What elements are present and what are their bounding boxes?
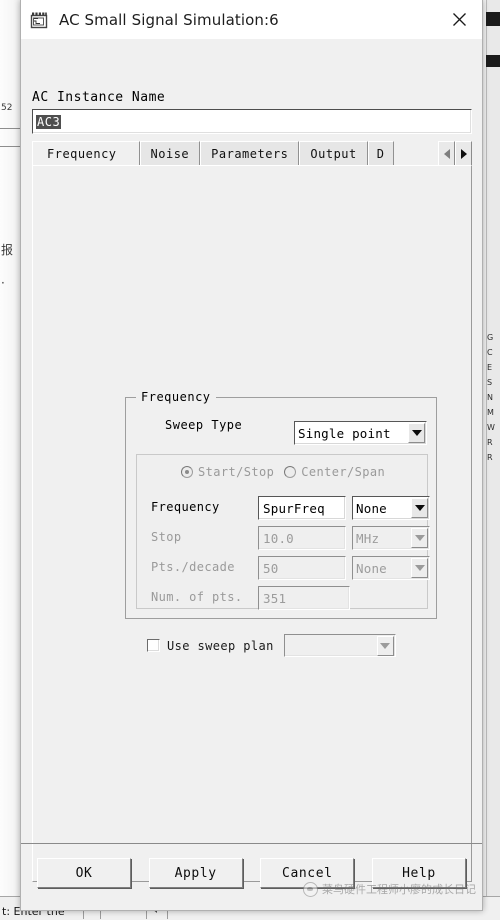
close-icon[interactable] — [436, 0, 482, 39]
pts-per-decade-unit-value: None — [356, 560, 387, 576]
frequency-unit-value: None — [356, 500, 387, 516]
radio-center-span-mark — [284, 466, 297, 478]
sweep-type-select[interactable]: Single point — [294, 421, 427, 445]
tab-scroll-left-button[interactable] — [438, 141, 455, 166]
ac-instance-name-value: AC3 — [36, 114, 62, 129]
use-sweep-plan-label: Use sweep plan — [167, 638, 274, 653]
sweep-type-value: Single point — [298, 425, 391, 441]
stop-unit-value: MHz — [356, 530, 380, 546]
num-of-pts-input: 351 — [258, 586, 350, 610]
frequency-tab-panel: Frequency Sweep Type Single point Start/… — [32, 165, 472, 882]
frequency-groupbox-title: Frequency — [136, 390, 216, 404]
frequency-unit-select[interactable]: None — [352, 496, 430, 520]
background-right-selection — [486, 12, 500, 26]
dialog-button-bar: OK Apply Cancel Help 菜鸟硬件工程师小廖的成长日记 — [21, 843, 482, 910]
pts-per-decade-row: Pts./decade 50 None — [137, 556, 430, 582]
background-right-selection — [486, 55, 500, 67]
chevron-down-icon — [411, 528, 428, 548]
tab-frequency[interactable]: Frequency — [32, 141, 140, 166]
sweep-type-label: Sweep Type — [165, 418, 243, 432]
use-sweep-plan-row: Use sweep plan — [147, 634, 396, 657]
frequency-value-input[interactable]: SpurFreq — [258, 496, 346, 520]
tab-output[interactable]: Output — [299, 141, 368, 166]
radio-start-stop[interactable]: Start/Stop — [181, 465, 274, 479]
chevron-down-icon — [376, 635, 394, 656]
pts-per-decade-label: Pts./decade — [151, 560, 235, 574]
chevron-down-icon — [411, 558, 428, 578]
apply-button[interactable]: Apply — [148, 858, 243, 888]
background-right-letters: G C E S N M W R R — [487, 333, 495, 462]
sweep-plan-select-wrap — [283, 634, 396, 657]
cancel-button[interactable]: Cancel — [260, 858, 355, 888]
num-of-pts-row: Num. of pts. 351 — [137, 586, 429, 612]
frequency-row-label: Frequency — [151, 500, 220, 514]
radio-start-stop-label: Start/Stop — [198, 465, 275, 479]
tab-noise[interactable]: Noise — [139, 141, 201, 166]
stop-value-input: 10.0 — [258, 526, 346, 550]
radio-center-span-label: Center/Span — [301, 465, 386, 479]
background-left-panel: 52 报 · — [0, 0, 22, 920]
radio-start-stop-mark — [181, 466, 193, 478]
tab-display-clipped[interactable]: D — [367, 141, 394, 166]
background-left-divider — [0, 128, 20, 129]
ac-instance-name-label: AC Instance Name — [32, 90, 166, 105]
background-left-top-text: 52 — [1, 103, 13, 113]
sweep-plan-select — [283, 634, 396, 657]
tab-bar: Frequency Noise Parameters Output D — [32, 141, 472, 166]
tab-parameters[interactable]: Parameters — [200, 141, 300, 166]
stop-unit-select: MHz — [352, 526, 430, 550]
frequency-row: Frequency SpurFreq None — [137, 496, 430, 522]
ac-simulation-dialog: AC Small Signal Simulation:6 AC Instance… — [20, 0, 483, 911]
help-button[interactable]: Help — [371, 858, 466, 888]
tab-scroll-right-button[interactable] — [455, 141, 472, 166]
simulation-chip-icon — [29, 10, 49, 30]
radio-center-span[interactable]: Center/Span — [284, 465, 385, 479]
ac-instance-name-group: AC Instance Name AC3 — [32, 90, 472, 134]
ac-instance-name-input[interactable]: AC3 — [32, 109, 472, 134]
sweep-mode-radio-group: Start/Stop Center/Span — [181, 465, 385, 479]
dialog-title: AC Small Signal Simulation:6 — [59, 10, 279, 29]
pts-per-decade-input: 50 — [258, 556, 346, 580]
chevron-left-icon — [443, 148, 450, 159]
stop-row: Stop 10.0 MHz — [137, 526, 430, 552]
ok-button[interactable]: OK — [37, 858, 131, 888]
frequency-groupbox: Frequency Sweep Type Single point Start/… — [125, 390, 437, 619]
chevron-right-icon — [460, 148, 467, 159]
background-left-divider — [0, 146, 20, 147]
num-of-pts-label: Num. of pts. — [151, 590, 243, 604]
tab-scroll-buttons — [438, 141, 472, 166]
stop-row-label: Stop — [151, 530, 182, 544]
background-left-text-1: 报 — [1, 243, 14, 257]
chevron-down-icon[interactable] — [408, 423, 425, 443]
dialog-titlebar: AC Small Signal Simulation:6 — [21, 0, 482, 39]
pts-per-decade-unit-select: None — [352, 556, 430, 580]
use-sweep-plan-checkbox[interactable] — [147, 639, 160, 652]
dialog-body: AC Instance Name AC3 Frequency Noise Par… — [21, 39, 482, 910]
chevron-down-icon[interactable] — [411, 498, 428, 518]
sweep-settings-panel: Start/Stop Center/Span Frequency SpurFre… — [136, 454, 430, 612]
background-left-text-2: · — [1, 276, 5, 290]
